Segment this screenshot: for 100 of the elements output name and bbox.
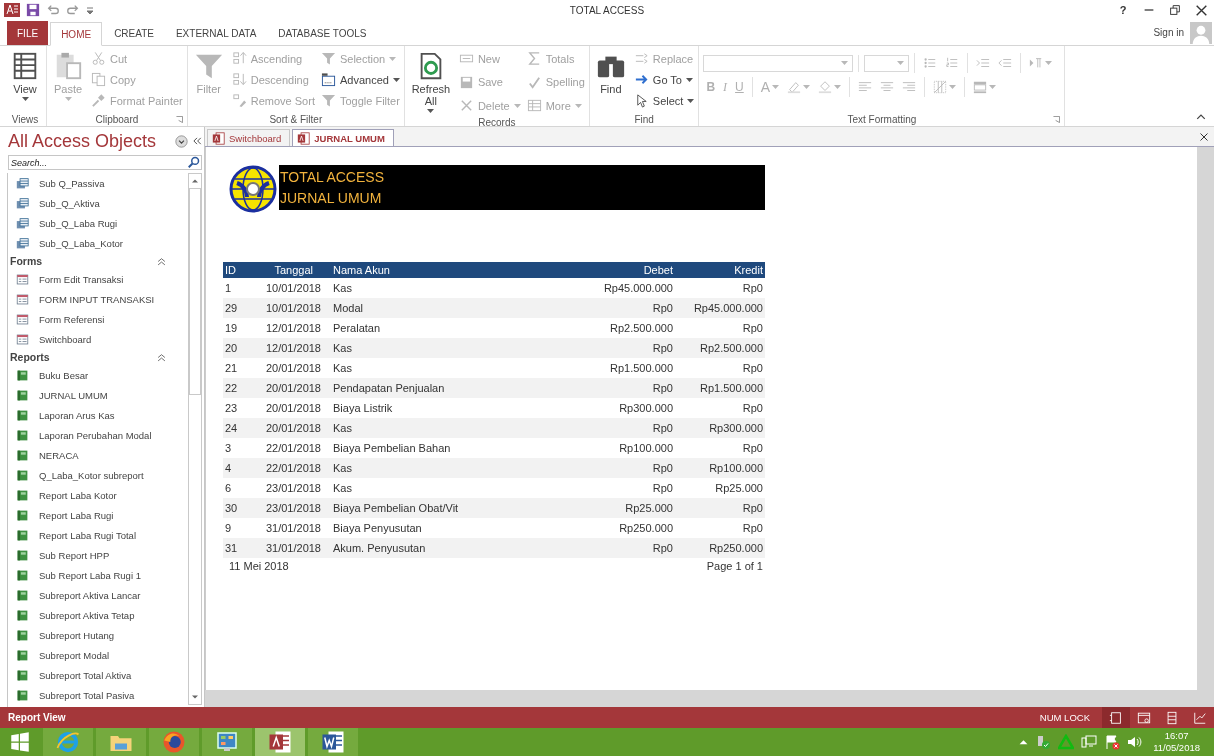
redo-button[interactable] <box>66 3 80 17</box>
table-cell-text: Rp0 <box>651 342 674 354</box>
form-icon <box>16 292 29 306</box>
dialog-launcher-button[interactable] <box>1053 116 1061 123</box>
ribbon-tab[interactable]: HOME <box>50 22 103 46</box>
taskbar-app[interactable] <box>308 728 358 756</box>
align-center-icon <box>880 80 895 94</box>
table-cell-text: Rp300.000 <box>708 422 764 434</box>
nav-item[interactable]: Sub Q_Passiva <box>10 173 188 193</box>
ribbon-button[interactable]: Refresh All <box>408 49 453 115</box>
nav-item[interactable]: Sub Report Laba Rugi 1 <box>10 565 188 585</box>
brush-icon <box>91 93 106 108</box>
caret-icon <box>834 85 842 89</box>
save-button[interactable] <box>26 3 40 17</box>
column-header: Kredit <box>733 264 764 276</box>
nav-item[interactable]: Laporan Perubahan Modal <box>10 425 188 445</box>
table-cell-text: Rp100.000 <box>618 442 674 454</box>
caret-icon <box>897 61 905 65</box>
nav-item[interactable]: Subreport Aktiva Tetap <box>10 605 188 625</box>
report-icon <box>16 628 29 642</box>
close-document-button[interactable] <box>1200 132 1208 141</box>
taskbar-app[interactable] <box>255 728 305 756</box>
collapse-group-icon <box>157 352 166 362</box>
windows-logo-icon <box>10 732 30 752</box>
sign-in-link[interactable]: Sign in <box>1153 27 1184 38</box>
group-label: Find <box>634 113 654 125</box>
nav-item[interactable]: Subreport Total Pasiva <box>10 685 188 705</box>
shutter-bar-button[interactable] <box>192 136 202 146</box>
table-cell-text: Rp0 <box>651 482 674 494</box>
nav-group-header[interactable]: Reports <box>10 351 50 363</box>
file-tab[interactable]: FILE <box>7 21 49 45</box>
table-cell-text: Rp2.500.000 <box>609 322 674 334</box>
design-view-icon <box>1193 710 1207 725</box>
search-icon <box>188 156 200 168</box>
nav-item[interactable]: Sub_Q_Aktiva <box>10 193 188 213</box>
nav-item[interactable]: JURNAL UMUM <box>10 385 188 405</box>
ribbon-tab[interactable]: CREATE <box>104 21 164 45</box>
funnel-icon <box>320 51 336 66</box>
nav-item[interactable]: FORM INPUT TRANSAKSI <box>10 289 188 309</box>
document-tab[interactable]: Switchboard <box>207 129 291 146</box>
nav-item[interactable]: Buku Besar <box>10 365 188 385</box>
undo-button[interactable] <box>46 3 60 17</box>
launcher-icon <box>1053 116 1061 123</box>
ribbon-button[interactable]: Advanced <box>320 70 400 89</box>
nav-item[interactable]: Subreport Total Aktiva <box>10 665 188 685</box>
vertical-scrollbar[interactable] <box>188 173 202 705</box>
ribbon-button[interactable]: Select <box>633 91 695 110</box>
column-header: Tanggal <box>273 264 314 276</box>
ribbon-tab[interactable]: EXTERNAL DATA <box>165 21 267 45</box>
table-cell-text: 1 <box>224 282 233 294</box>
search-field[interactable]: Search... <box>8 155 202 170</box>
report-icon <box>16 368 29 382</box>
table-cell-text: Rp0 <box>741 502 764 514</box>
table-cell-text: Pendapatan Penjualan <box>332 382 446 394</box>
help-button[interactable]: ? <box>1110 4 1136 16</box>
save-icon <box>26 3 40 17</box>
nav-item[interactable]: Q_Laba_Kotor subreport <box>10 465 188 485</box>
nav-item[interactable]: Form Edit Transaksi <box>10 269 188 289</box>
customize-toolbar-button[interactable] <box>86 5 94 15</box>
nav-item[interactable]: Sub_Q_Laba_Kotor <box>10 233 188 253</box>
dialog-launcher-button[interactable] <box>175 116 183 123</box>
undo-icon <box>46 3 60 17</box>
collapse-ribbon-button[interactable] <box>1196 112 1206 122</box>
nav-item[interactable]: Subreport Hutang <box>10 625 188 645</box>
nav-item[interactable]: Report Laba Rugi Total <box>10 525 188 545</box>
table-cell-text: 20 <box>224 342 239 354</box>
nav-item[interactable]: Form Referensi <box>10 309 188 329</box>
ribbon-button[interactable]: View <box>8 49 42 103</box>
nav-item[interactable]: Sub Report HPP <box>10 545 188 565</box>
table-cell-text: 20/01/2018 <box>264 362 322 374</box>
nav-item[interactable]: Switchboard <box>10 329 188 349</box>
caret-icon <box>1045 61 1053 65</box>
table-cell-text: Rp25.000 <box>624 502 674 514</box>
table-cell-text: Kas <box>332 342 353 354</box>
nav-item[interactable]: NERACA <box>10 445 188 465</box>
ribbon-button[interactable]: Go To <box>633 70 695 89</box>
table-cell-text: 3 <box>224 442 233 454</box>
taskbar-app[interactable] <box>149 728 199 756</box>
nav-item[interactable]: Report Laba Kotor <box>10 485 188 505</box>
caret-icon <box>841 61 849 65</box>
collapse-group-icon <box>157 256 166 266</box>
nav-group-header[interactable]: Forms <box>10 255 43 267</box>
table-cell-text: 23/01/2018 <box>264 482 322 494</box>
nav-item[interactable]: Subreport Aktiva Lancar <box>10 585 188 605</box>
table-cell-text: Biaya Listrik <box>332 402 394 414</box>
ribbon-button[interactable]: Find <box>593 49 628 97</box>
scrollbar-thumb[interactable] <box>189 188 201 395</box>
nav-item[interactable]: Laporan Arus Kas <box>10 405 188 425</box>
view-button[interactable] <box>1102 707 1130 728</box>
table-cell-text: 22/01/2018 <box>264 442 322 454</box>
table-cell-text: 10/01/2018 <box>264 282 322 294</box>
nav-item[interactable]: Subreport Modal <box>10 645 188 665</box>
nav-menu-button[interactable] <box>175 134 188 148</box>
nav-item[interactable]: Report Laba Rugi <box>10 505 188 525</box>
navigation-pane-title[interactable]: All Access Objects <box>8 130 171 152</box>
nav-item[interactable]: Sub_Q_Laba Rugi <box>10 213 188 233</box>
ribbon-tab[interactable]: DATABASE TOOLS <box>268 21 377 45</box>
caret-icon <box>513 103 521 108</box>
document-tab[interactable]: JURNAL UMUM <box>292 129 394 146</box>
usb-device-icon <box>1035 734 1052 750</box>
